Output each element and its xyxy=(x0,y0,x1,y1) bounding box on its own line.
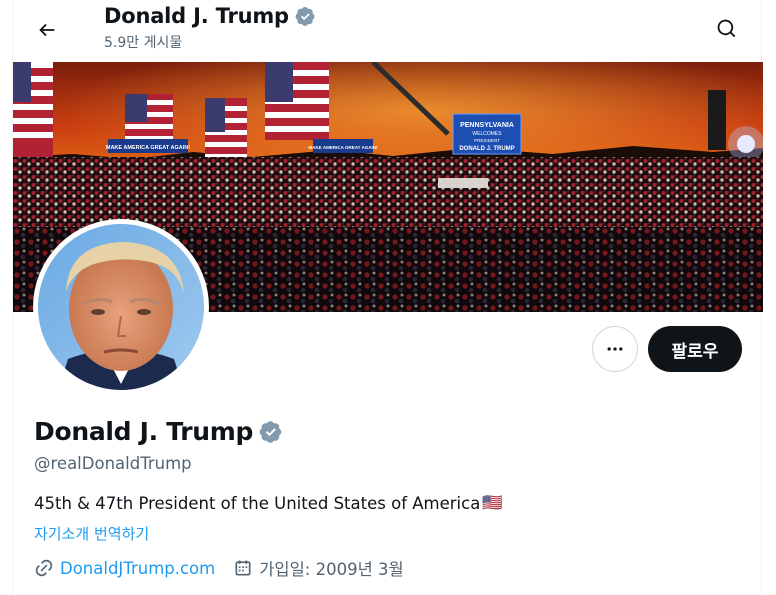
verified-badge-icon[interactable] xyxy=(259,420,283,444)
banner-sign-2: MAKE AMERICA GREAT AGAIN! xyxy=(309,145,378,150)
banner-sign-1: MAKE AMERICA GREAT AGAIN! xyxy=(106,145,190,151)
website-item: DonaldJTrump.com xyxy=(34,558,215,578)
top-bar: Donald J. Trump 5.9만 게시물 xyxy=(13,0,763,62)
link-icon xyxy=(35,559,53,577)
header-title-block: Donald J. Trump 5.9만 게시물 xyxy=(104,4,316,52)
banner-sign-3: PENNSYLVANIA xyxy=(460,122,514,129)
banner-sign-6: DONALD J. TRUMP xyxy=(459,146,514,152)
post-count: 5.9만 게시물 xyxy=(104,35,183,51)
bio-text: 45th & 47th President of the United Stat… xyxy=(34,493,481,513)
profile-meta: DonaldJTrump.com 가입일: 2009년 3월 xyxy=(34,556,422,580)
translate-bio-link[interactable]: 자기소개 번역하기 xyxy=(34,523,149,544)
joined-item: 가입일: 2009년 3월 xyxy=(233,556,404,580)
profile-bio: 45th & 47th President of the United Stat… xyxy=(34,493,503,513)
profile-frame: Donald J. Trump 5.9만 게시물 MAKE AMERICA GR… xyxy=(12,0,763,595)
header-title-text: Donald J. Trump xyxy=(104,4,289,28)
search-button[interactable] xyxy=(709,11,745,47)
header-title: Donald J. Trump xyxy=(104,4,316,28)
verified-badge-icon xyxy=(295,6,315,26)
banner-sign-5: PRESIDENT xyxy=(474,138,500,143)
profile-name: Donald J. Trump xyxy=(34,417,283,446)
more-icon xyxy=(607,347,623,351)
avatar[interactable] xyxy=(33,219,209,395)
us-flag-emoji: 🇺🇸 xyxy=(482,493,503,512)
search-icon xyxy=(717,19,736,38)
calendar-icon xyxy=(235,560,251,576)
back-arrow-icon xyxy=(39,23,55,37)
profile-handle: @realDonaldTrump xyxy=(34,454,192,473)
back-button[interactable] xyxy=(29,12,65,48)
joined-date: 가입일: 2009년 3월 xyxy=(259,560,404,579)
website-link[interactable]: DonaldJTrump.com xyxy=(60,559,215,578)
banner-sign-4: WELCOMES xyxy=(472,131,502,137)
follow-button[interactable]: 팔로우 xyxy=(648,326,742,372)
avatar-image xyxy=(38,224,204,390)
more-button[interactable] xyxy=(592,326,638,372)
profile-name-text: Donald J. Trump xyxy=(34,417,254,446)
